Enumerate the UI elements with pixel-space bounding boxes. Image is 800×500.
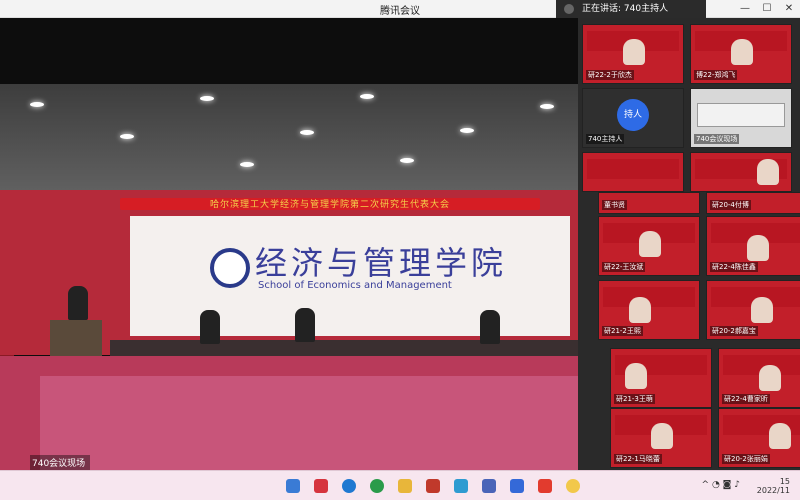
participant-face [623, 39, 645, 65]
presidium-member [295, 308, 315, 342]
participant-tile[interactable]: 研22-2于欣杰 [582, 24, 684, 84]
app-icon[interactable] [566, 479, 580, 493]
participant-face [639, 231, 661, 257]
participant-face [769, 423, 791, 449]
participant-face [651, 423, 673, 449]
stage: 哈尔滨理工大学经济与管理学院第二次研究生代表大会 经济与管理学院 School … [0, 190, 578, 366]
participant-tile[interactable]: 研21-2王熙 [598, 280, 700, 340]
participant-tile[interactable] [690, 152, 792, 192]
participant-face [747, 235, 769, 261]
ceiling-light-icon [300, 130, 314, 135]
participant-name: 研22-1马晓蕾 [614, 454, 662, 464]
meeting-icon[interactable] [454, 479, 468, 493]
tile-banner [587, 159, 679, 179]
browser-icon[interactable] [370, 479, 384, 493]
participant-name: 董书贤 [602, 200, 627, 210]
banner-text: 哈尔滨理工大学经济与管理学院第二次研究生代表大会 [209, 200, 450, 210]
participant-name: 研22-4陈佳鑫 [710, 262, 758, 272]
participant-face [629, 297, 651, 323]
participant-tile-host[interactable]: 持人 740主持人 [582, 88, 684, 148]
system-tray-icons[interactable]: ^ ◔ ◙ ♪ [702, 480, 740, 490]
participant-name: 研20-2郝嘉宝 [710, 326, 758, 336]
participant-face [757, 159, 779, 185]
lower-fade [40, 376, 578, 470]
host-avatar: 持人 [617, 99, 649, 131]
presidium-member [480, 310, 500, 344]
ceiling-light-icon [30, 102, 44, 107]
window-controls: — ☐ ✕ [734, 0, 800, 18]
folder-icon[interactable] [398, 479, 412, 493]
participant-name: 740主持人 [586, 134, 625, 144]
participant-name: 研20-2张丽娟 [722, 454, 770, 464]
participant-tile[interactable]: 博22-郑鸿飞 [690, 24, 792, 84]
participant-tile[interactable]: 研20-2郝嘉宝 [706, 280, 800, 340]
minimize-icon[interactable]: — [734, 0, 756, 18]
participant-face [759, 365, 781, 391]
participant-name: 研22-王汝斌 [602, 262, 646, 272]
ceiling-light-icon [360, 94, 374, 99]
participant-tile[interactable]: 研21-3王萌 [610, 348, 712, 408]
maximize-icon[interactable]: ☐ [756, 0, 778, 18]
school-name-en: School of Economics and Management [258, 280, 452, 291]
participant-name: 博22-郑鸿飞 [694, 70, 738, 80]
ceiling-light-icon [240, 162, 254, 167]
participant-tile[interactable]: 董书贤 [598, 192, 700, 214]
taskbar: ^ ◔ ◙ ♪ 15 2022/11 [0, 470, 800, 500]
participant-name: 研22-4曹家昕 [722, 394, 770, 404]
ceiling-light-icon [540, 104, 554, 109]
ceiling-light-icon [460, 128, 474, 133]
presidium-member [200, 310, 220, 344]
stage-banner: 哈尔滨理工大学经济与管理学院第二次研究生代表大会 [120, 198, 540, 210]
school-logo-icon [210, 248, 250, 288]
participant-name: 研21-3王萌 [614, 394, 655, 404]
participant-face [731, 39, 753, 65]
chat-icon[interactable] [510, 479, 524, 493]
participant-tile[interactable]: 研20-2张丽娟 [718, 408, 800, 468]
ceiling-light-icon [200, 96, 214, 101]
ceiling-light-icon [120, 134, 134, 139]
lower-overlay [0, 356, 578, 470]
venue-thumbnail [697, 103, 785, 127]
clock-date: 2022/11 [756, 486, 790, 495]
ceiling-light-icon [400, 158, 414, 163]
clock-time: 15 [779, 477, 790, 486]
participant-tile[interactable] [582, 152, 684, 192]
close-icon[interactable]: ✕ [778, 0, 800, 18]
participant-name: 研22-2于欣杰 [586, 70, 634, 80]
speaker-person [68, 286, 88, 320]
start-icon[interactable] [286, 479, 300, 493]
office-icon[interactable] [426, 479, 440, 493]
speaker-avatar-icon [564, 4, 574, 14]
school-name-cn: 经济与管理学院 [255, 244, 508, 282]
participant-tile[interactable]: 研22-王汝斌 [598, 216, 700, 276]
title-bar: 腾讯会议 正在讲话: 740主持人 — ☐ ✕ [0, 0, 800, 18]
participant-tile[interactable]: 研22-4曹家昕 [718, 348, 800, 408]
main-video-label: 740会议现场 [30, 455, 90, 470]
speaking-prefix: 正在讲话: [582, 4, 622, 14]
photos-icon[interactable] [482, 479, 496, 493]
participant-face [751, 297, 773, 323]
participant-name: 研21-2王熙 [602, 326, 643, 336]
participant-face [625, 363, 647, 389]
participant-tile[interactable]: 研22-4陈佳鑫 [706, 216, 800, 276]
active-speaker-badge: 正在讲话: 740主持人 [556, 0, 706, 18]
speaking-name: 740主持人 [623, 4, 669, 14]
wps-icon[interactable] [538, 479, 552, 493]
participant-name: 740会议现场 [694, 134, 740, 144]
participant-tile[interactable]: 研20-4付博 [706, 192, 800, 214]
participant-tile[interactable]: 研22-1马晓蕾 [610, 408, 712, 468]
main-video[interactable]: 哈尔滨理工大学经济与管理学院第二次研究生代表大会 经济与管理学院 School … [0, 18, 578, 470]
podium [50, 320, 102, 360]
browser-icon[interactable] [342, 479, 356, 493]
clock[interactable]: 15 2022/11 [757, 477, 790, 495]
app-icon[interactable] [314, 479, 328, 493]
participant-name: 研20-4付博 [710, 200, 751, 210]
participant-grid: 研22-2于欣杰 博22-郑鸿飞 持人 740主持人 740会议现场 董书贤 研… [578, 18, 800, 470]
participant-tile-venue[interactable]: 740会议现场 [690, 88, 792, 148]
